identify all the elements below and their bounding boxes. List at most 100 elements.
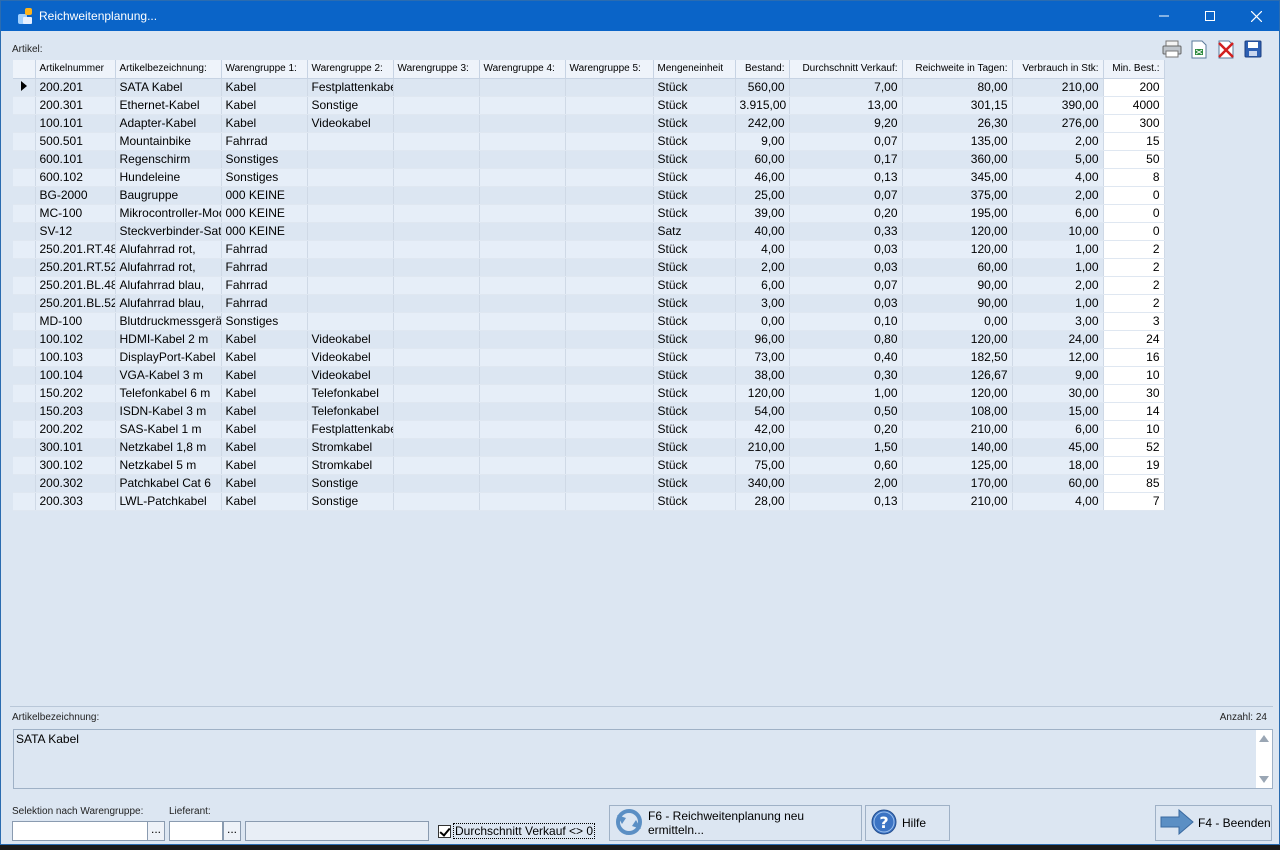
cell-min-best[interactable]: 2 bbox=[1103, 294, 1165, 313]
scroll-up-icon[interactable] bbox=[1259, 735, 1269, 742]
row-indicator[interactable] bbox=[13, 78, 36, 97]
table-row[interactable]: 100.102 HDMI-Kabel 2 m Kabel Videokabel Stüc… bbox=[13, 330, 1165, 349]
col-header-min-best[interactable]: Min. Best.: bbox=[1103, 60, 1165, 79]
row-indicator[interactable] bbox=[13, 276, 36, 295]
cell-min-best[interactable]: 0 bbox=[1103, 186, 1165, 205]
warengruppe-input[interactable] bbox=[12, 821, 148, 841]
save-button[interactable] bbox=[1242, 39, 1263, 59]
cell-min-best[interactable]: 300 bbox=[1103, 114, 1165, 133]
table-row[interactable]: 200.201 SATA Kabel Kabel Festplattenkabel St… bbox=[13, 78, 1165, 97]
excel-export-button[interactable] bbox=[1188, 39, 1209, 59]
cell-min-best[interactable]: 3 bbox=[1103, 312, 1165, 331]
table-row[interactable]: 250.201.BL.48 Alufahrrad blau, Fahrrad Stüc… bbox=[13, 276, 1165, 295]
row-indicator[interactable] bbox=[13, 438, 36, 457]
scroll-down-icon[interactable] bbox=[1259, 776, 1269, 783]
row-indicator[interactable] bbox=[13, 222, 36, 241]
row-indicator[interactable] bbox=[13, 114, 36, 133]
row-indicator[interactable] bbox=[13, 348, 36, 367]
lieferant-browse-button[interactable]: ... bbox=[223, 821, 241, 841]
row-indicator[interactable] bbox=[13, 384, 36, 403]
cell-min-best[interactable]: 2 bbox=[1103, 276, 1165, 295]
hilfe-button[interactable]: ? Hilfe bbox=[865, 805, 950, 841]
row-indicator[interactable] bbox=[13, 456, 36, 475]
col-header-verbrauch[interactable]: Verbrauch in Stk: bbox=[1012, 60, 1104, 79]
article-grid[interactable]: Artikelnummer Artikelbezeichnung: Wareng… bbox=[13, 60, 1165, 511]
cell-min-best[interactable]: 7 bbox=[1103, 492, 1165, 511]
cell-min-best[interactable]: 14 bbox=[1103, 402, 1165, 421]
col-header-artikelbezeichnung[interactable]: Artikelbezeichnung: bbox=[115, 60, 222, 79]
col-header-artikelnummer[interactable]: Artikelnummer bbox=[35, 60, 116, 79]
col-header-warengruppe4[interactable]: Warengruppe 4: bbox=[479, 60, 566, 79]
warengruppe-browse-button[interactable]: ... bbox=[147, 821, 165, 841]
printer-button[interactable] bbox=[1161, 39, 1182, 59]
row-indicator[interactable] bbox=[13, 258, 36, 277]
row-indicator[interactable] bbox=[13, 420, 36, 439]
table-row[interactable]: SV-12 Steckverbinder-Satz 000 KEINE Satz 40,… bbox=[13, 222, 1165, 241]
row-indicator[interactable] bbox=[13, 366, 36, 385]
col-header-warengruppe2[interactable]: Warengruppe 2: bbox=[307, 60, 394, 79]
cell-min-best[interactable]: 0 bbox=[1103, 222, 1165, 241]
lieferant-input[interactable] bbox=[169, 821, 223, 841]
cell-min-best[interactable]: 10 bbox=[1103, 420, 1165, 439]
row-indicator[interactable] bbox=[13, 294, 36, 313]
table-row[interactable]: BG-2000 Baugruppe 000 KEINE Stück 25,00 0,07 3… bbox=[13, 186, 1165, 205]
cell-min-best[interactable]: 19 bbox=[1103, 456, 1165, 475]
cell-min-best[interactable]: 200 bbox=[1103, 78, 1165, 97]
row-indicator[interactable] bbox=[13, 474, 36, 493]
col-header-bestand[interactable]: Bestand: bbox=[735, 60, 790, 79]
row-indicator[interactable] bbox=[13, 312, 36, 331]
cell-min-best[interactable]: 16 bbox=[1103, 348, 1165, 367]
col-header-warengruppe1[interactable]: Warengruppe 1: bbox=[221, 60, 308, 79]
row-indicator[interactable] bbox=[13, 204, 36, 223]
table-row[interactable]: 600.101 Regenschirm Sonstiges Stück 60,00 0,1… bbox=[13, 150, 1165, 169]
row-indicator[interactable] bbox=[13, 168, 36, 187]
row-indicator[interactable] bbox=[13, 492, 36, 511]
delete-button[interactable] bbox=[1215, 39, 1236, 59]
cell-min-best[interactable]: 85 bbox=[1103, 474, 1165, 493]
cell-min-best[interactable]: 4000 bbox=[1103, 96, 1165, 115]
table-row[interactable]: 200.303 LWL-Patchkabel Kabel Sonstige Stück 2… bbox=[13, 492, 1165, 511]
table-row[interactable]: 250.201.BL.52 Alufahrrad blau, Fahrrad Stüc… bbox=[13, 294, 1165, 313]
table-row[interactable]: 150.203 ISDN-Kabel 3 m Kabel Telefonkabel St… bbox=[13, 402, 1165, 421]
table-row[interactable]: 150.202 Telefonkabel 6 m Kabel Telefonkabel… bbox=[13, 384, 1165, 403]
table-row[interactable]: 100.101 Adapter-Kabel Kabel Videokabel Stück… bbox=[13, 114, 1165, 133]
cell-min-best[interactable]: 8 bbox=[1103, 168, 1165, 187]
row-indicator[interactable] bbox=[13, 330, 36, 349]
memo-scrollbar[interactable] bbox=[1256, 730, 1272, 788]
artikelbezeichnung-memo[interactable]: SATA Kabel bbox=[13, 729, 1273, 789]
table-row[interactable]: 200.301 Ethernet-Kabel Kabel Sonstige Stück 3… bbox=[13, 96, 1165, 115]
row-indicator[interactable] bbox=[13, 150, 36, 169]
col-header-durchschnitt[interactable]: Durchschnitt Verkauf: bbox=[789, 60, 903, 79]
col-header-reichweite[interactable]: Reichweite in Tagen: bbox=[902, 60, 1013, 79]
cell-min-best[interactable]: 0 bbox=[1103, 204, 1165, 223]
col-header-warengruppe5[interactable]: Warengruppe 5: bbox=[565, 60, 654, 79]
table-row[interactable]: 250.201.RT.52 Alufahrrad rot, Fahrrad Stück… bbox=[13, 258, 1165, 277]
cell-min-best[interactable]: 50 bbox=[1103, 150, 1165, 169]
table-row[interactable]: MD-100 Blutdruckmessgerät Sonstiges Stück 0,… bbox=[13, 312, 1165, 331]
cell-min-best[interactable]: 15 bbox=[1103, 132, 1165, 151]
cell-min-best[interactable]: 10 bbox=[1103, 366, 1165, 385]
row-indicator[interactable] bbox=[13, 186, 36, 205]
row-indicator[interactable] bbox=[13, 132, 36, 151]
row-indicator[interactable] bbox=[13, 96, 36, 115]
cell-min-best[interactable]: 24 bbox=[1103, 330, 1165, 349]
checkbox-checked-icon[interactable] bbox=[438, 824, 451, 838]
minimize-button[interactable] bbox=[1141, 1, 1187, 31]
table-row[interactable]: 200.302 Patchkabel Cat 6 Kabel Sonstige Stüc… bbox=[13, 474, 1165, 493]
maximize-button[interactable] bbox=[1187, 1, 1233, 31]
table-row[interactable]: 250.201.RT.48 Alufahrrad rot, Fahrrad Stück… bbox=[13, 240, 1165, 259]
row-indicator[interactable] bbox=[13, 402, 36, 421]
cell-min-best[interactable]: 2 bbox=[1103, 258, 1165, 277]
col-header-warengruppe3[interactable]: Warengruppe 3: bbox=[393, 60, 480, 79]
cell-min-best[interactable]: 30 bbox=[1103, 384, 1165, 403]
table-row[interactable]: 200.202 SAS-Kabel 1 m Kabel Festplattenkabe… bbox=[13, 420, 1165, 439]
cell-min-best[interactable]: 2 bbox=[1103, 240, 1165, 259]
f6-recalculate-button[interactable]: F6 - Reichweitenplanung neu ermitteln... bbox=[609, 805, 862, 841]
col-header-mengeneinheit[interactable]: Mengeneinheit bbox=[653, 60, 736, 79]
table-row[interactable]: 100.104 VGA-Kabel 3 m Kabel Videokabel Stück… bbox=[13, 366, 1165, 385]
row-indicator[interactable] bbox=[13, 240, 36, 259]
table-row[interactable]: 300.101 Netzkabel 1,8 m Kabel Stromkabel Stü… bbox=[13, 438, 1165, 457]
table-row[interactable]: 100.103 DisplayPort-Kabel Kabel Videokabel S… bbox=[13, 348, 1165, 367]
table-row[interactable]: 600.102 Hundeleine Sonstiges Stück 46,00 0,13… bbox=[13, 168, 1165, 187]
table-row[interactable]: 500.501 Mountainbike Fahrrad Stück 9,00 0,07 1… bbox=[13, 132, 1165, 151]
